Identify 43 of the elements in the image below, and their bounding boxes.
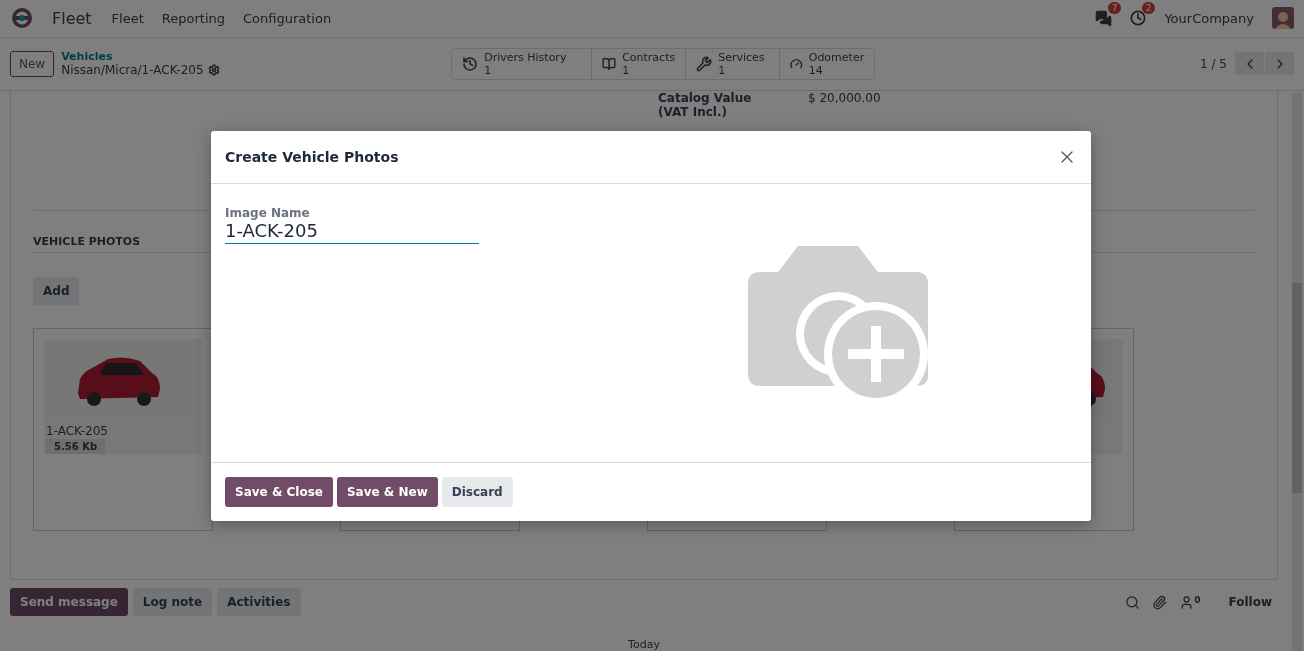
- chatter-tab[interactable]: Activities: [217, 588, 301, 616]
- pager-value: 1 / 5: [1200, 56, 1227, 71]
- activity-count: 2: [1141, 2, 1156, 15]
- company-name[interactable]: YourCompany: [1164, 10, 1254, 26]
- photo-name: 1-ACK-205: [46, 424, 109, 438]
- contracts-icon: [602, 55, 617, 72]
- services-icon: [696, 55, 713, 72]
- file-size: 5.56 Kb: [46, 439, 106, 454]
- message-count: 7: [1107, 1, 1122, 14]
- field-label: Image Name: [225, 206, 311, 220]
- chatter-tab[interactable]: Log note: [132, 588, 213, 616]
- search-icon[interactable]: [1125, 594, 1141, 610]
- next-button[interactable]: [1265, 52, 1294, 76]
- user-avatar[interactable]: [1272, 7, 1294, 30]
- steering-wheel-icon[interactable]: [10, 6, 34, 31]
- dialog-button[interactable]: Save & New: [336, 477, 438, 507]
- add-button[interactable]: Add: [33, 277, 80, 305]
- field-label: Catalog Value (VAT Incl.): [658, 91, 753, 121]
- user-icon[interactable]: [1179, 594, 1195, 610]
- photo-card[interactable]: 1-ACK-205 5.56 Kb: [33, 328, 213, 531]
- scrollbar[interactable]: [1292, 93, 1302, 651]
- menu-item[interactable]: Configuration: [243, 10, 332, 26]
- dialog-button[interactable]: Save & Close: [225, 477, 333, 507]
- chat-icon[interactable]: [1095, 9, 1113, 27]
- dialog-button[interactable]: Discard: [441, 477, 513, 507]
- field-value: $ 20,000.00: [808, 91, 881, 107]
- app-name[interactable]: Fleet: [52, 8, 92, 28]
- breadcrumb-link[interactable]: Vehicles: [61, 50, 452, 64]
- menu-item[interactable]: Reporting: [161, 10, 225, 26]
- clock-icon[interactable]: [1130, 10, 1147, 27]
- new-button[interactable]: New: [10, 50, 55, 77]
- chatter-tab[interactable]: Send message: [10, 588, 128, 616]
- previous-button[interactable]: [1235, 52, 1264, 76]
- history-icon: [462, 55, 479, 72]
- smart-button[interactable]: Drivers History 1: [452, 48, 593, 79]
- settings-icon[interactable]: [207, 64, 220, 77]
- paperclip-icon[interactable]: [1152, 594, 1168, 610]
- follower-count: 0: [1194, 594, 1201, 605]
- follow-button[interactable]: Follow: [1222, 594, 1278, 610]
- date-separator: Today: [627, 638, 661, 651]
- menu-item[interactable]: Fleet: [111, 10, 144, 26]
- dialog-title: Create Vehicle Photos: [225, 149, 400, 165]
- record-name: Nissan/Micra/1-ACK-205: [61, 63, 204, 78]
